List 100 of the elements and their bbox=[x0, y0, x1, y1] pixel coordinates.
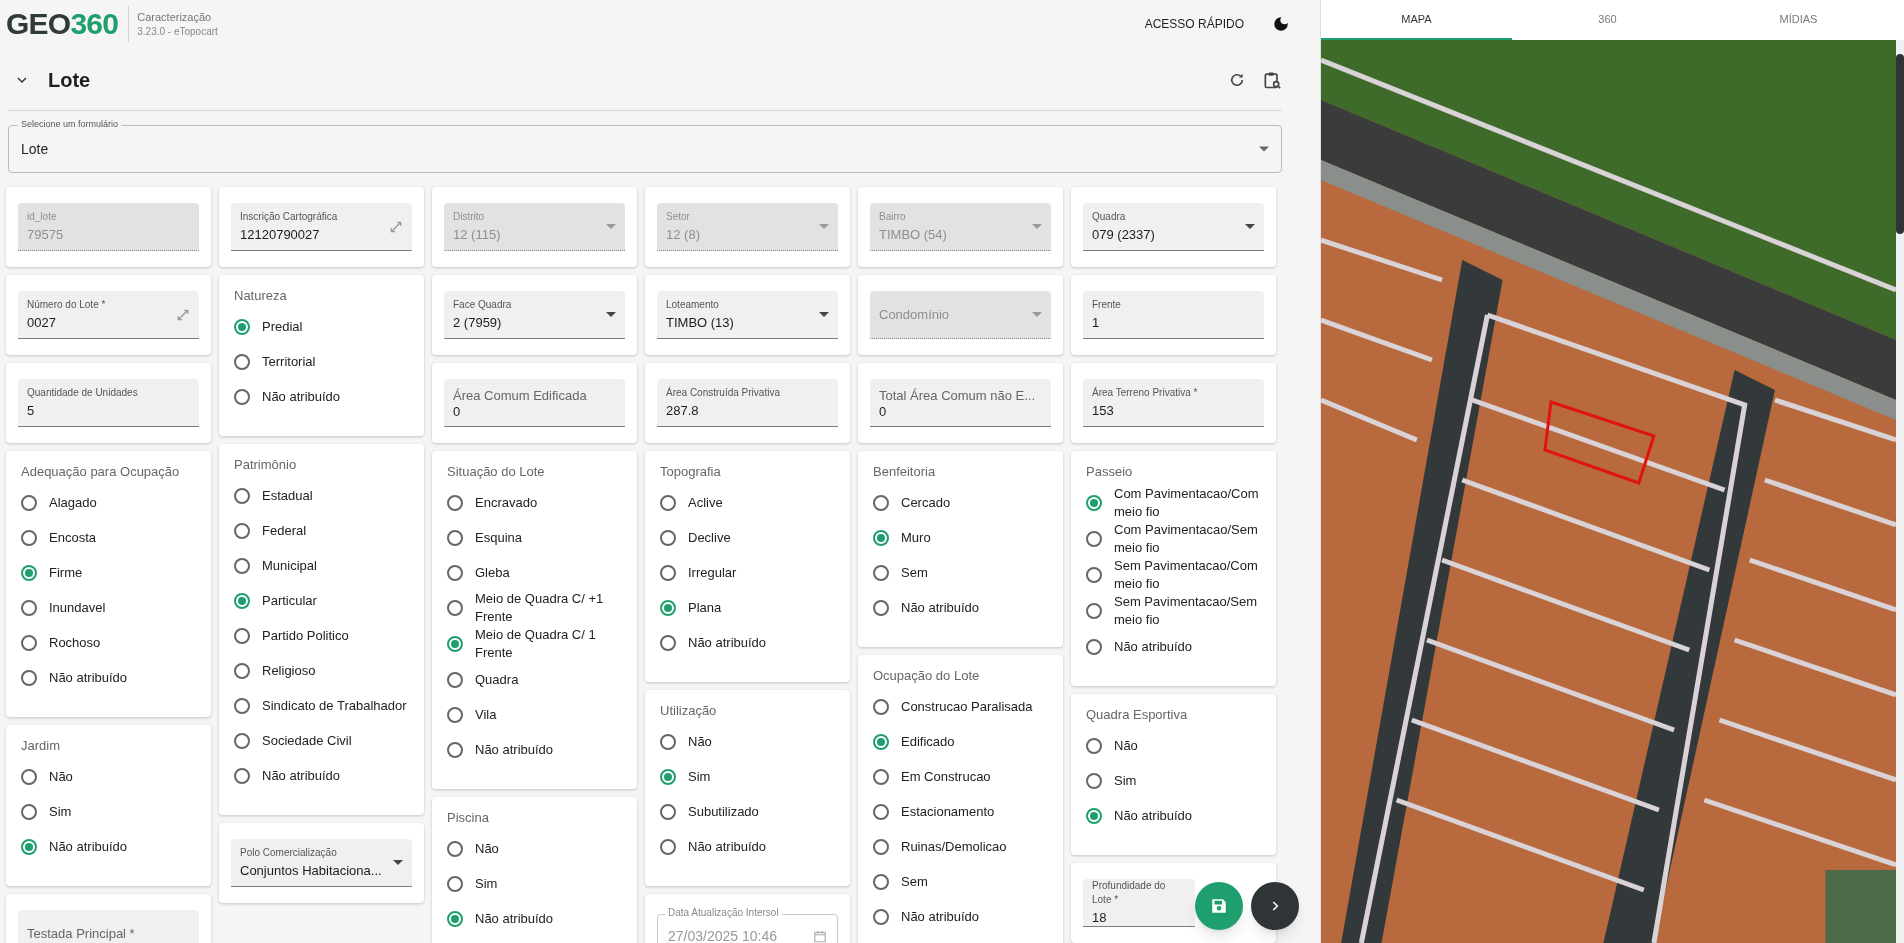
select-field[interactable]: Polo Comercialização Conjuntos Habitaciona... bbox=[231, 839, 412, 887]
radio-button[interactable] bbox=[873, 733, 889, 750]
option-label[interactable]: Firme bbox=[49, 563, 83, 582]
option-label[interactable]: Muro bbox=[901, 528, 931, 547]
radio-button[interactable] bbox=[234, 592, 250, 609]
radio-button[interactable] bbox=[873, 698, 889, 715]
option-label[interactable]: Partido Politico bbox=[262, 626, 349, 645]
option-label[interactable]: Vila bbox=[475, 705, 497, 724]
option-label[interactable]: Não atribuído bbox=[262, 766, 341, 785]
radio-button[interactable] bbox=[234, 697, 250, 714]
radio-button[interactable] bbox=[21, 494, 37, 511]
radio-button[interactable] bbox=[234, 353, 250, 370]
radio-button[interactable] bbox=[1086, 531, 1102, 547]
radio-button[interactable] bbox=[660, 599, 676, 616]
radio-button[interactable] bbox=[234, 767, 250, 784]
option-label[interactable]: Não atribuído bbox=[475, 740, 554, 759]
option-label[interactable]: Estacionamento bbox=[901, 802, 995, 821]
option-label[interactable]: Sem bbox=[901, 563, 928, 582]
radio-button[interactable] bbox=[21, 564, 37, 581]
radio-button[interactable] bbox=[447, 600, 463, 616]
radio-button[interactable] bbox=[1086, 807, 1102, 824]
radio-button[interactable] bbox=[873, 564, 889, 581]
option-label[interactable]: Edificado bbox=[901, 732, 955, 751]
option-label[interactable]: Irregular bbox=[688, 563, 737, 582]
option-label[interactable]: Construcao Paralisada bbox=[901, 697, 1033, 716]
input-field[interactable]: Área Comum Edificada 0 bbox=[444, 379, 625, 427]
radio-button[interactable] bbox=[447, 671, 463, 688]
radio-button[interactable] bbox=[21, 599, 37, 616]
option-label[interactable]: Não bbox=[49, 767, 73, 786]
option-label[interactable]: Encosta bbox=[49, 528, 96, 547]
radio-button[interactable] bbox=[1086, 638, 1102, 655]
input-field[interactable]: Quantidade de Unidades 5 bbox=[18, 379, 199, 427]
option-label[interactable]: Sindicato de Trabalhador bbox=[262, 696, 407, 715]
input-field[interactable]: Número do Lote * 0027 bbox=[18, 291, 199, 339]
option-label[interactable]: Aclive bbox=[688, 493, 723, 512]
input-field[interactable]: Área Construída Privativa 287.8 bbox=[657, 379, 838, 427]
radio-button[interactable] bbox=[1086, 567, 1102, 583]
option-label[interactable]: Sim bbox=[688, 767, 711, 786]
radio-button[interactable] bbox=[234, 522, 250, 539]
radio-button[interactable] bbox=[660, 494, 676, 511]
radio-button[interactable] bbox=[660, 564, 676, 581]
radio-button[interactable] bbox=[234, 557, 250, 574]
radio-button[interactable] bbox=[234, 487, 250, 504]
radio-button[interactable] bbox=[660, 634, 676, 651]
option-label[interactable]: Municipal bbox=[262, 556, 317, 575]
option-label[interactable]: Sim bbox=[475, 874, 498, 893]
option-label[interactable]: Sem bbox=[901, 872, 928, 891]
radio-button[interactable] bbox=[1086, 737, 1102, 754]
radio-button[interactable] bbox=[660, 733, 676, 750]
option-label[interactable]: Plana bbox=[688, 598, 722, 617]
refresh-icon[interactable] bbox=[1228, 71, 1246, 89]
radio-button[interactable] bbox=[234, 318, 250, 335]
radio-button[interactable] bbox=[234, 732, 250, 749]
radio-button[interactable] bbox=[21, 803, 37, 820]
option-label[interactable]: Não atribuído bbox=[1114, 637, 1193, 656]
option-label[interactable]: Federal bbox=[262, 521, 307, 540]
radio-button[interactable] bbox=[873, 529, 889, 546]
aerial-map-image[interactable] bbox=[1321, 40, 1896, 943]
option-label[interactable]: Não atribuído bbox=[688, 837, 767, 856]
option-label[interactable]: Religioso bbox=[262, 661, 316, 680]
option-label[interactable]: Não bbox=[688, 732, 712, 751]
input-field[interactable]: Testada Principal * bbox=[18, 910, 199, 943]
option-label[interactable]: Subutilizado bbox=[688, 802, 759, 821]
option-label[interactable]: Não atribuído bbox=[901, 598, 980, 617]
radio-button[interactable] bbox=[1086, 495, 1102, 511]
radio-button[interactable] bbox=[447, 840, 463, 857]
option-label[interactable]: Meio de Quadra C/ 1 Frente bbox=[475, 626, 622, 662]
option-label[interactable]: Predial bbox=[262, 317, 303, 336]
option-label[interactable]: Ruinas/Demolicao bbox=[901, 837, 1007, 856]
next-button[interactable] bbox=[1251, 882, 1299, 930]
option-label[interactable]: Com Pavimentacao/Sem meio fio bbox=[1114, 521, 1261, 557]
radio-button[interactable] bbox=[234, 662, 250, 679]
option-label[interactable]: Esquina bbox=[475, 528, 522, 547]
radio-button[interactable] bbox=[21, 669, 37, 686]
clipboard-search-icon[interactable] bbox=[1262, 70, 1282, 90]
dark-mode-moon-icon[interactable] bbox=[1272, 15, 1290, 33]
tab[interactable]: 360 bbox=[1512, 0, 1703, 40]
option-label[interactable]: Não bbox=[1114, 736, 1138, 755]
option-label[interactable]: Cercado bbox=[901, 493, 951, 512]
option-label[interactable]: Não atribuído bbox=[262, 387, 341, 406]
radio-button[interactable] bbox=[873, 908, 889, 925]
radio-button[interactable] bbox=[447, 741, 463, 758]
radio-button[interactable] bbox=[660, 803, 676, 820]
input-field[interactable]: Profundidade do Lote * 18 bbox=[1083, 879, 1195, 927]
radio-button[interactable] bbox=[21, 838, 37, 855]
input-field[interactable]: Frente 1 bbox=[1083, 291, 1264, 339]
option-label[interactable]: Rochoso bbox=[49, 633, 101, 652]
select-field[interactable]: Quadra 079 (2337) bbox=[1083, 203, 1264, 251]
radio-button[interactable] bbox=[447, 529, 463, 546]
radio-button[interactable] bbox=[21, 634, 37, 651]
radio-button[interactable] bbox=[447, 494, 463, 511]
input-field[interactable]: Área Terreno Privativa * 153 bbox=[1083, 379, 1264, 427]
radio-button[interactable] bbox=[660, 529, 676, 546]
tab[interactable]: MÍDIAS bbox=[1703, 0, 1894, 40]
radio-button[interactable] bbox=[21, 529, 37, 546]
radio-button[interactable] bbox=[1086, 603, 1102, 619]
select-field[interactable]: Face Quadra 2 (7959) bbox=[444, 291, 625, 339]
radio-button[interactable] bbox=[447, 910, 463, 927]
option-label[interactable]: Particular bbox=[262, 591, 317, 610]
option-label[interactable]: Sem Pavimentacao/Sem meio fio bbox=[1114, 593, 1261, 629]
